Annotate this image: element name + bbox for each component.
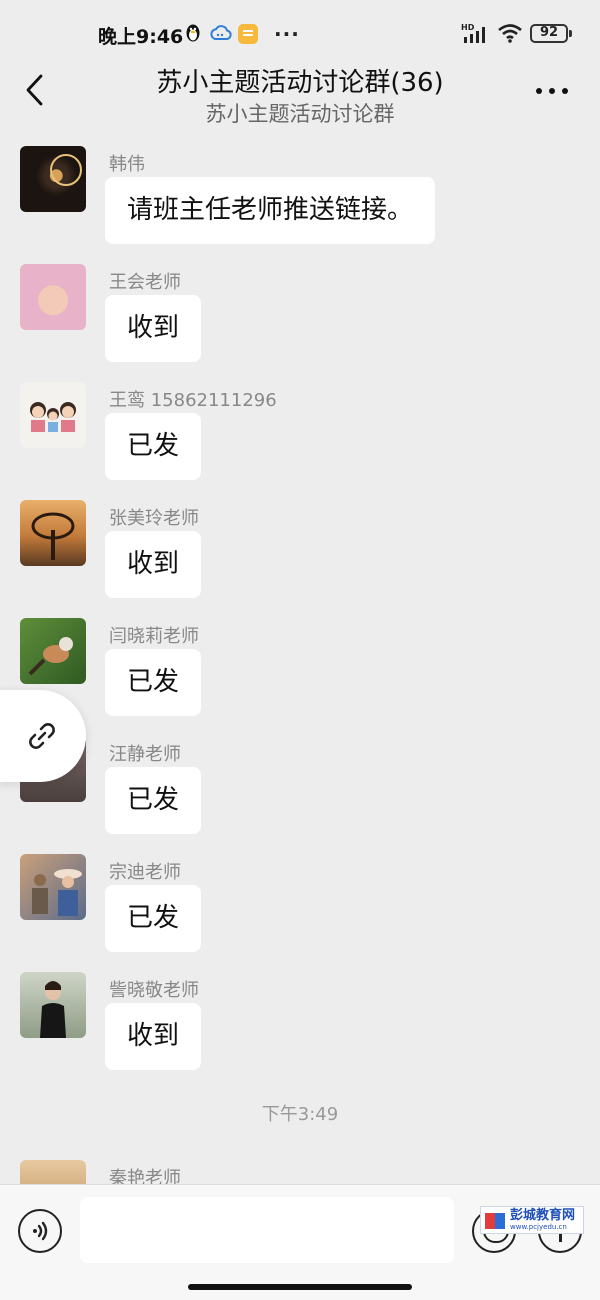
message-item: 宗迪老师 已发 xyxy=(0,842,600,952)
watermark-url: www.pcjyedu.cn xyxy=(510,1223,567,1231)
avatar[interactable] xyxy=(20,382,86,448)
message-item: 韩伟 请班主任老师推送链接。 xyxy=(0,134,600,244)
link-icon xyxy=(29,723,55,749)
status-time: 晚上9:46 xyxy=(98,26,184,48)
message-item: 訾晓敬老师 收到 xyxy=(0,960,600,1070)
wifi-icon xyxy=(498,24,522,43)
sender-name: 韩伟 xyxy=(109,154,145,175)
site-watermark: 彭城教育网 www.pcjyedu.cn xyxy=(480,1206,584,1234)
title-bar: 苏小主题活动讨论群(36) 苏小主题活动讨论群 xyxy=(0,56,600,134)
message-item: 张美玲老师 收到 xyxy=(0,488,600,598)
notes-app-icon xyxy=(238,24,258,44)
input-bar xyxy=(0,1184,600,1300)
sender-name: 秦艳老师 xyxy=(109,1168,181,1184)
sender-name: 王会老师 xyxy=(109,272,181,293)
more-dots-icon xyxy=(536,88,568,94)
more-options-button[interactable] xyxy=(530,74,574,108)
message-list[interactable]: 韩伟 请班主任老师推送链接。 王会老师 收到 王鸾 15862111296 已发… xyxy=(0,134,600,1184)
sender-name: 闫晓莉老师 xyxy=(109,626,199,647)
message-item: 王鸾 15862111296 已发 xyxy=(0,370,600,480)
message-bubble[interactable]: 请班主任老师推送链接。 xyxy=(105,177,436,244)
message-bubble[interactable]: 已发 xyxy=(105,767,202,834)
message-item: 王会老师 收到 xyxy=(0,252,600,362)
voice-icon xyxy=(33,1221,48,1241)
sender-name: 汪静老师 xyxy=(109,744,181,765)
status-bar: 晚上9:46 ··· HD 92 xyxy=(0,0,600,60)
person-photo-icon xyxy=(40,981,66,1038)
voice-button[interactable] xyxy=(18,1209,62,1253)
battery-icon: 92 xyxy=(530,24,572,43)
cartoon-family-icon xyxy=(30,402,76,432)
avatar[interactable] xyxy=(20,618,86,684)
sender-name: 宗迪老师 xyxy=(109,862,181,883)
avatar[interactable] xyxy=(20,972,86,1038)
chat-subtitle: 苏小主题活动讨论群 xyxy=(205,102,395,126)
bird-icon xyxy=(28,637,73,676)
message-item: 秦艳老师 xyxy=(0,1148,600,1184)
avatar[interactable] xyxy=(20,146,86,212)
message-bubble[interactable]: 已发 xyxy=(105,885,202,952)
message-bubble[interactable]: 已发 xyxy=(105,413,202,480)
message-bubble[interactable]: 已发 xyxy=(105,649,202,716)
avatar[interactable] xyxy=(20,264,86,330)
hd-signal-icon: HD xyxy=(461,23,485,43)
sender-name: 张美玲老师 xyxy=(109,508,199,529)
message-input[interactable] xyxy=(80,1197,454,1263)
message-item: 汪静老师 已发 xyxy=(0,724,600,834)
home-indicator[interactable] xyxy=(188,1284,412,1290)
message-item: 闫晓莉老师 已发 xyxy=(0,606,600,716)
sender-name: 訾晓敬老师 xyxy=(109,980,199,1001)
avatar[interactable] xyxy=(20,854,86,920)
time-divider: 下午3:49 xyxy=(261,1104,339,1125)
message-bubble[interactable]: 收到 xyxy=(105,531,202,598)
watermark-logo-icon xyxy=(485,1209,507,1231)
chat-title: 苏小主题活动讨论群(36) xyxy=(156,68,444,98)
cloud-chat-icon xyxy=(210,25,232,40)
qq-penguin-icon xyxy=(186,24,200,42)
status-more-icon: ··· xyxy=(274,22,300,46)
svg-text:HD: HD xyxy=(461,23,475,32)
people-photo-icon xyxy=(32,869,82,916)
battery-level: 92 xyxy=(539,25,559,40)
avatar[interactable] xyxy=(20,1160,86,1184)
tree-sunset-icon xyxy=(31,512,75,560)
avatar[interactable] xyxy=(20,500,86,566)
watermark-text: 彭城教育网 xyxy=(510,1208,576,1223)
message-bubble[interactable]: 收到 xyxy=(105,1003,202,1070)
sender-name: 王鸾 15862111296 xyxy=(109,390,277,411)
message-bubble[interactable]: 收到 xyxy=(105,295,202,362)
